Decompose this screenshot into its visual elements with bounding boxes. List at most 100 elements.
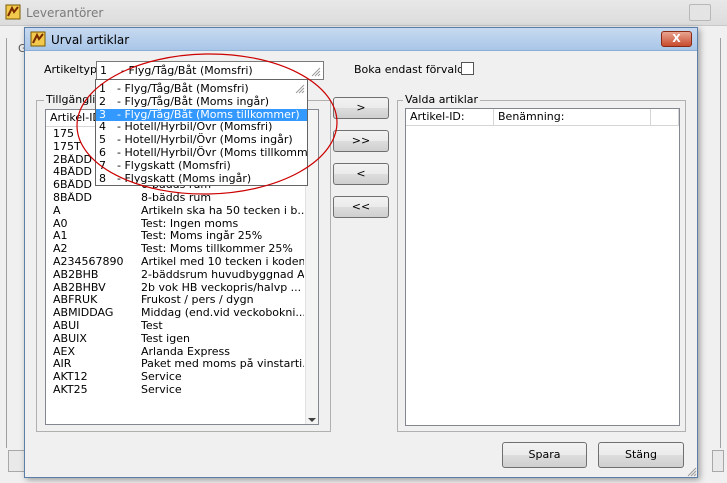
benamning-cell: Service <box>141 371 182 384</box>
app-icon <box>5 4 21 20</box>
benamning-cell: Arlanda Express <box>141 345 230 358</box>
add-selected-button[interactable]: > <box>333 97 389 119</box>
benamning-cell: Paket med moms på vinstarti... <box>141 358 304 371</box>
artikel-id-cell: A2 <box>53 243 68 256</box>
background-frame <box>6 38 7 448</box>
valda-artiklar-group-title: Valda artiklar <box>403 93 481 106</box>
benamning-cell: Test igen <box>141 332 190 345</box>
resize-grip-icon <box>295 84 305 94</box>
artikel-id-cell: A1 <box>53 230 68 243</box>
benamning-cell: Test: Moms tillkommer 25% <box>141 243 293 256</box>
artikel-id-cell: ABMIDDAG <box>53 307 114 320</box>
background-button[interactable] <box>712 450 724 472</box>
remove-all-button[interactable]: << <box>333 196 389 218</box>
close-icon[interactable]: X <box>661 31 692 47</box>
resize-grip-icon <box>311 67 321 77</box>
table-row[interactable]: AB2BHB 2-bäddsrum huvudbyggnad A... <box>46 269 306 282</box>
benamning-cell: Test: Moms ingår 25% <box>141 230 263 243</box>
dialog-title: Urval artiklar <box>51 33 130 47</box>
close-button[interactable]: Stäng <box>598 442 684 468</box>
option-number: 8 <box>99 171 106 185</box>
background-titlebar: Leverantörer <box>0 0 727 26</box>
add-all-button[interactable]: >> <box>333 130 389 152</box>
table-row[interactable]: 8BÄDD 8-bädds rum <box>46 192 306 205</box>
artikel-id-cell: A <box>53 204 61 217</box>
artikel-id-cell: A234567890 <box>53 255 124 268</box>
dropdown-option[interactable]: 8 - Flygskatt (Moms ingår) <box>96 171 307 185</box>
column-header-artikel-id[interactable]: Artikel-ID: <box>406 109 494 126</box>
artikeltyp-value: 1 - Flyg/Tåg/Båt (Momsfri) <box>100 64 253 77</box>
benamning-cell: Test <box>141 319 163 332</box>
valda-artiklar-list[interactable]: Artikel-ID: Benämning: <box>405 108 680 426</box>
artikel-id-cell: AB2BHB <box>53 268 99 281</box>
artikel-id-cell: AEX <box>53 345 76 358</box>
dialog-titlebar[interactable]: Urval artiklar X <box>25 28 697 51</box>
dropdown-option[interactable]: 4 - Hotell/Hyrbil/Övr (Momsfri) <box>96 121 307 134</box>
background-window-title: Leverantörer <box>26 6 104 20</box>
column-header-benamning[interactable]: Benämning: <box>494 109 651 126</box>
resize-grip-icon[interactable] <box>685 465 697 477</box>
artikeltyp-label: Artikeltyp: <box>44 63 101 76</box>
benamning-cell: Service <box>141 383 182 396</box>
dropdown-option[interactable]: 2 - Flyg/Tåg/Båt (Moms ingår) <box>96 94 307 109</box>
option-number: 5 <box>99 133 106 147</box>
artikel-id-cell: AKT25 <box>53 383 88 396</box>
dropdown-option[interactable]: 5 - Hotell/Hyrbil/Övr (Moms ingår) <box>96 133 307 147</box>
table-row[interactable]: ABUIX Test igen <box>46 333 306 346</box>
table-row[interactable]: ABMIDDAG Middag (end.vid veckobokni... <box>46 307 306 320</box>
column-header-filler <box>651 109 679 126</box>
option-number: 3 <box>99 107 106 121</box>
benamning-cell: 2-bäddsrum huvudbyggnad A... <box>141 268 304 281</box>
option-text: - Flyg/Tåg/Båt (Moms tillkommer) <box>117 107 300 121</box>
background-frame <box>720 38 721 448</box>
option-text: - Hotell/Hyrbil/Övr (Momsfri) <box>117 120 273 134</box>
table-row[interactable]: ABFRUK Frukost / pers / dygn <box>46 294 306 307</box>
dropdown-option[interactable]: 1 - Flyg/Tåg/Båt (Momsfri) <box>96 82 307 96</box>
option-text: - Hotell/Hyrbil/Övr (Moms tillkommer) <box>117 146 308 159</box>
artikeltyp-combobox[interactable]: 1 - Flyg/Tåg/Båt (Momsfri) <box>96 61 324 80</box>
dropdown-option[interactable]: 3 - Flyg/Tåg/Båt (Moms tillkommer) <box>96 107 307 122</box>
dropdown-option[interactable]: 6 - Hotell/Hyrbil/Övr (Moms tillkommer) <box>96 146 308 160</box>
save-button[interactable]: Spara <box>502 442 587 468</box>
artikel-id-cell: ABUI <box>53 319 80 332</box>
table-row[interactable]: AKT12 Service <box>46 371 306 384</box>
benamning-cell: 2b vok HB veckopris/halvp ... <box>141 281 302 294</box>
scroll-down-icon[interactable] <box>308 418 316 422</box>
artikel-id-cell: A0 <box>53 217 68 230</box>
table-row[interactable]: AKT25 Service <box>46 384 306 397</box>
benamning-cell: Test: Ingen moms <box>141 217 239 230</box>
option-number: 4 <box>99 120 106 134</box>
remove-selected-button[interactable]: < <box>333 163 389 185</box>
option-number: 7 <box>99 158 106 172</box>
table-row[interactable]: AIR Paket med moms på vinstarti... <box>46 358 306 371</box>
table-row[interactable]: A1 Test: Moms ingår 25% <box>46 230 306 243</box>
table-row[interactable]: A0 Test: Ingen moms <box>46 218 306 231</box>
option-number: 6 <box>99 146 106 159</box>
artikel-id-cell: ABUIX <box>53 332 87 345</box>
app-icon <box>30 31 46 47</box>
table-row[interactable]: AB2BHBV 2b vok HB veckopris/halvp ... <box>46 282 306 295</box>
boka-endast-forvalda-label: Boka endast förvalda: <box>354 63 475 76</box>
table-row[interactable]: A234567890 Artikel med 10 tecken i koden. <box>46 256 306 269</box>
option-text: - Flyg/Tåg/Båt (Moms ingår) <box>117 94 270 108</box>
artikel-id-cell: AKT12 <box>53 371 88 384</box>
table-row[interactable]: A Artikeln ska ha 50 tecken i b... <box>46 205 306 218</box>
artikel-id-cell: AIR <box>53 358 72 371</box>
table-row[interactable]: A2 Test: Moms tillkommer 25% <box>46 243 306 256</box>
option-text: - Flygskatt (Moms ingår) <box>117 171 252 185</box>
table-row[interactable]: AEX Arlanda Express <box>46 346 306 359</box>
table-row[interactable]: ABUI Test <box>46 320 306 333</box>
boka-endast-forvalda-checkbox[interactable] <box>461 62 474 75</box>
artikeltyp-dropdown-list[interactable]: 8 - Flygskatt (Moms ingår) 7 - Flygskatt (M… <box>95 79 308 186</box>
benamning-cell: Frukost / pers / dygn <box>141 294 254 307</box>
benamning-cell: 8-bädds rum <box>141 191 212 204</box>
artikel-id-cell: AB2BHBV <box>53 281 106 294</box>
list-header: Artikel-ID: Benämning: <box>406 109 679 126</box>
artikel-id-cell: 8BÄDD <box>53 191 93 204</box>
background-window-control[interactable] <box>689 4 711 21</box>
option-text: - Hotell/Hyrbil/Övr (Moms ingår) <box>117 133 293 147</box>
benamning-cell: Artikeln ska ha 50 tecken i b... <box>141 204 304 217</box>
option-number: 1 <box>99 82 106 95</box>
artikel-id-cell: ABFRUK <box>53 294 98 307</box>
dropdown-option[interactable]: 7 - Flygskatt (Momsfri) <box>96 158 307 173</box>
